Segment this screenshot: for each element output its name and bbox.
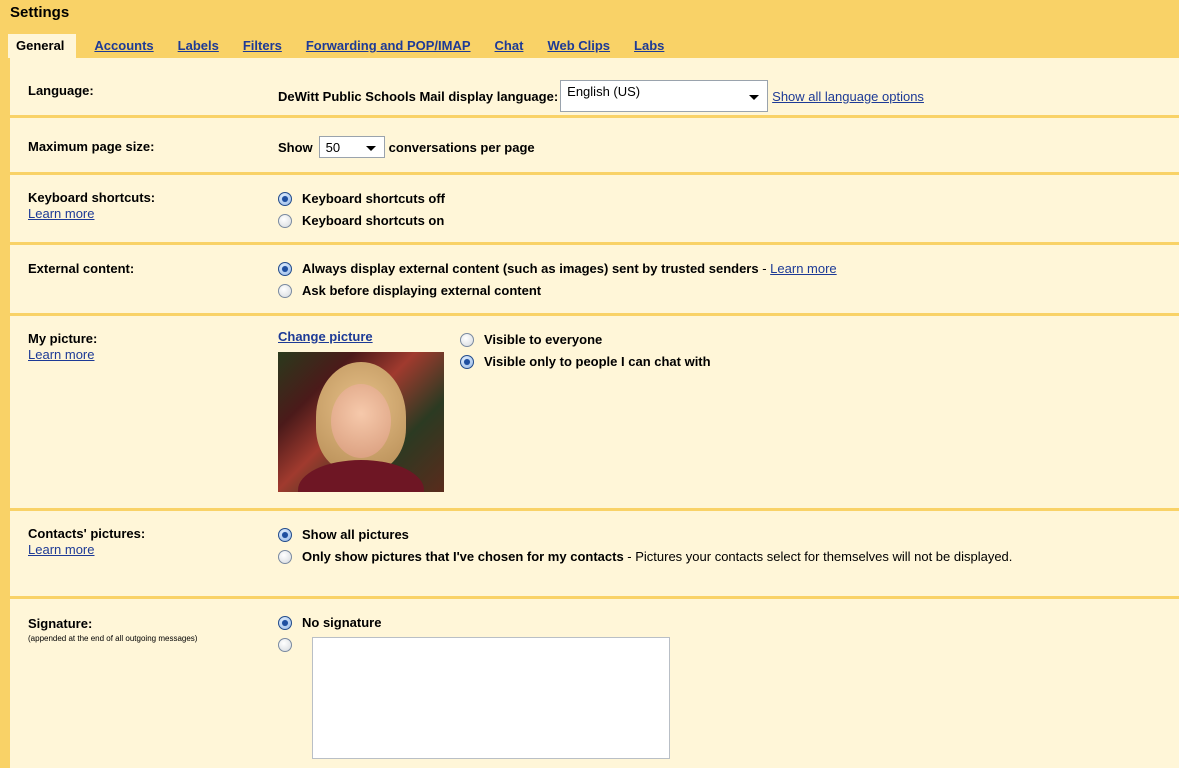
external-ask-radio[interactable] bbox=[278, 284, 292, 298]
visible-everyone-radio[interactable] bbox=[460, 333, 474, 347]
tab-forwarding[interactable]: Forwarding and POP/IMAP bbox=[306, 34, 471, 58]
my-picture-row: My picture: Learn more Change picture Vi… bbox=[10, 316, 1179, 511]
only-mine-option[interactable]: Only show pictures that I've chosen for … bbox=[278, 549, 1168, 565]
settings-tabs: General Accounts Labels Filters Forwardi… bbox=[8, 34, 688, 58]
signature-subtitle: (appended at the end of all outgoing mes… bbox=[28, 634, 198, 643]
page-size-setting: Show 50 conversations per page bbox=[278, 136, 535, 158]
show-all-pictures-radio[interactable] bbox=[278, 528, 292, 542]
signature-label: Signature: (appended at the end of all o… bbox=[28, 616, 218, 643]
contacts-pictures-title: Contacts' pictures: bbox=[28, 526, 146, 541]
page-size-show: Show bbox=[278, 139, 313, 155]
chevron-down-icon bbox=[749, 95, 760, 100]
tab-general[interactable]: General bbox=[8, 34, 77, 58]
only-mine-note: - Pictures your contacts select for them… bbox=[623, 549, 1013, 564]
external-ask-label: Ask before displaying external content bbox=[302, 283, 542, 298]
external-always-radio[interactable] bbox=[278, 262, 292, 276]
external-ask-option[interactable]: Ask before displaying external content bbox=[278, 283, 837, 305]
keyboard-shortcuts-learn-more[interactable]: Learn more bbox=[28, 206, 155, 221]
keyboard-shortcuts-label: Keyboard shortcuts: Learn more bbox=[28, 190, 155, 221]
page-size-label: Maximum page size: bbox=[28, 139, 155, 154]
language-setting: DeWitt Public Schools Mail display langu… bbox=[278, 80, 924, 112]
general-settings-panel: Language: DeWitt Public Schools Mail dis… bbox=[10, 58, 1179, 768]
language-prefix: DeWitt Public Schools Mail display langu… bbox=[278, 88, 559, 104]
my-picture-content: Change picture bbox=[278, 329, 444, 492]
settings-frame: Settings General Accounts Labels Filters… bbox=[0, 0, 1179, 768]
page-size-suffix: conversations per page bbox=[388, 139, 535, 155]
keyboard-shortcuts-options: Keyboard shortcuts off Keyboard shortcut… bbox=[278, 191, 445, 235]
visible-chat-option[interactable]: Visible only to people I can chat with bbox=[460, 354, 711, 376]
language-select[interactable]: English (US) bbox=[560, 80, 769, 112]
shortcuts-on-radio[interactable] bbox=[278, 214, 292, 228]
shortcuts-on-label: Keyboard shortcuts on bbox=[302, 213, 445, 228]
custom-signature-option bbox=[278, 637, 670, 759]
only-mine-radio[interactable] bbox=[278, 550, 292, 564]
external-content-label: External content: bbox=[28, 261, 135, 276]
custom-signature-radio[interactable] bbox=[278, 638, 292, 652]
chevron-down-icon bbox=[365, 146, 376, 151]
page-size-select[interactable]: 50 bbox=[318, 136, 385, 158]
signature-row: Signature: (appended at the end of all o… bbox=[10, 599, 1179, 768]
my-picture-label: My picture: Learn more bbox=[28, 331, 97, 362]
contacts-pictures-options: Show all pictures Only show pictures tha… bbox=[278, 527, 1168, 565]
external-always-label: Always display external content (such as… bbox=[302, 261, 759, 276]
shortcuts-off-radio[interactable] bbox=[278, 192, 292, 206]
no-signature-option[interactable]: No signature bbox=[278, 615, 670, 637]
external-learn-more[interactable]: Learn more bbox=[770, 261, 836, 276]
shortcuts-on-option[interactable]: Keyboard shortcuts on bbox=[278, 213, 445, 235]
tab-labels[interactable]: Labels bbox=[178, 34, 219, 58]
picture-visibility-options: Visible to everyone Visible only to peop… bbox=[460, 332, 711, 376]
only-mine-text: Only show pictures that I've chosen for … bbox=[302, 549, 1012, 565]
language-select-value: English (US) bbox=[567, 84, 641, 99]
show-all-languages-link[interactable]: Show all language options bbox=[772, 89, 924, 104]
signature-title: Signature: bbox=[28, 616, 93, 631]
language-label: Language: bbox=[28, 83, 94, 98]
shortcuts-off-label: Keyboard shortcuts off bbox=[302, 191, 446, 206]
visible-everyone-label: Visible to everyone bbox=[484, 332, 603, 347]
signature-options: No signature bbox=[278, 615, 670, 759]
photo-face bbox=[331, 384, 391, 458]
no-signature-label: No signature bbox=[302, 615, 382, 630]
signature-textarea[interactable] bbox=[312, 637, 670, 759]
page-size-row: Maximum page size: Show 50 conversations… bbox=[10, 118, 1179, 175]
contacts-pictures-learn-more[interactable]: Learn more bbox=[28, 542, 145, 557]
profile-photo bbox=[278, 352, 444, 492]
external-always-option[interactable]: Always display external content (such as… bbox=[278, 261, 837, 283]
page-size-value: 50 bbox=[325, 140, 341, 155]
visible-chat-radio[interactable] bbox=[460, 355, 474, 369]
tab-web-clips[interactable]: Web Clips bbox=[547, 34, 610, 58]
tab-chat[interactable]: Chat bbox=[495, 34, 524, 58]
photo-shoulders bbox=[298, 460, 424, 492]
visible-everyone-option[interactable]: Visible to everyone bbox=[460, 332, 711, 354]
change-picture-link[interactable]: Change picture bbox=[278, 329, 444, 344]
keyboard-shortcuts-title: Keyboard shortcuts: bbox=[28, 190, 156, 205]
contacts-pictures-row: Contacts' pictures: Learn more Show all … bbox=[10, 511, 1179, 599]
only-mine-label: Only show pictures that I've chosen for … bbox=[302, 549, 624, 564]
show-all-pictures-option[interactable]: Show all pictures bbox=[278, 527, 1168, 549]
tab-filters[interactable]: Filters bbox=[243, 34, 282, 58]
contacts-pictures-label: Contacts' pictures: Learn more bbox=[28, 526, 145, 557]
page-title: Settings bbox=[10, 4, 70, 21]
external-separator: - bbox=[758, 261, 771, 276]
shortcuts-off-option[interactable]: Keyboard shortcuts off bbox=[278, 191, 445, 213]
external-content-options: Always display external content (such as… bbox=[278, 261, 837, 305]
show-all-pictures-label: Show all pictures bbox=[302, 527, 409, 542]
my-picture-title: My picture: bbox=[28, 331, 98, 346]
tab-labs[interactable]: Labs bbox=[634, 34, 664, 58]
visible-chat-label: Visible only to people I can chat with bbox=[484, 354, 711, 369]
keyboard-shortcuts-row: Keyboard shortcuts: Learn more Keyboard … bbox=[10, 175, 1179, 245]
language-row: Language: DeWitt Public Schools Mail dis… bbox=[10, 58, 1179, 118]
external-content-row: External content: Always display externa… bbox=[10, 245, 1179, 316]
tab-accounts[interactable]: Accounts bbox=[94, 34, 153, 58]
my-picture-learn-more[interactable]: Learn more bbox=[28, 347, 97, 362]
no-signature-radio[interactable] bbox=[278, 616, 292, 630]
